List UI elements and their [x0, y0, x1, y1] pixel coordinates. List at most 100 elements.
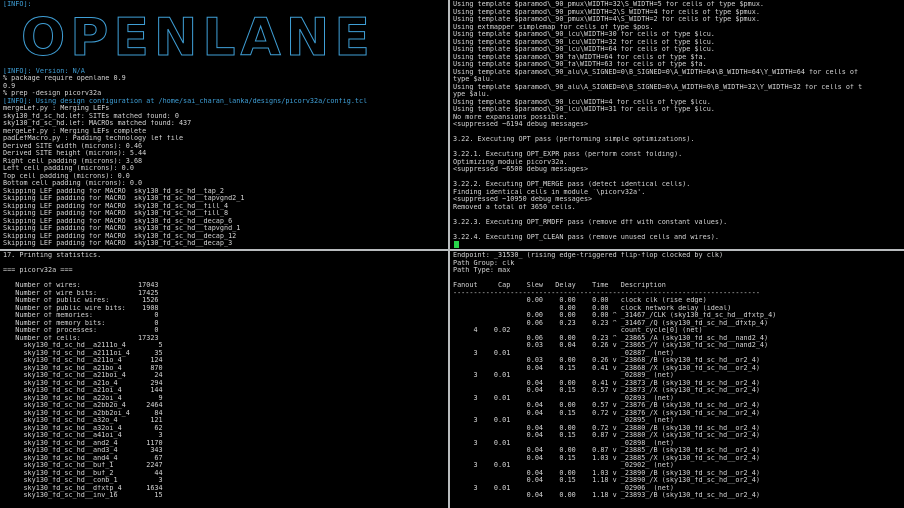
terminal-line: 0.04 0.15 0.72 v _23876_/X (sky130_fd_sc…	[453, 409, 760, 417]
terminal-line: Using template $paramod\_90_pmux\WIDTH=3…	[453, 1, 764, 8]
terminal-line: 0.04 0.00 1.03 v _23890_/B (sky130_fd_sc…	[453, 469, 760, 477]
terminal-line: Using template $paramod\_90_alu\A_SIGNED…	[453, 83, 863, 91]
terminal-line: Right cell padding (microns): 3.68	[3, 157, 143, 165]
terminal-line: % package require openlane 0.9	[3, 75, 126, 82]
terminal-line: padLefMacro.py : Padding technology lef …	[3, 135, 184, 142]
terminal-line: 0.04 0.15 0.41 v _23868_/X (sky130_fd_sc…	[453, 364, 760, 372]
terminal-line: Using template $paramod\_90_lcu\WIDTH=31…	[453, 106, 715, 113]
logo-letter: O	[20, 7, 67, 68]
terminal-line: Using template $paramod\_90_fa\WIDTH=64 …	[453, 53, 707, 61]
terminal-line: 3.22.1. Executing OPT_EXPR pass (perform…	[453, 151, 683, 158]
logo-letter: N	[285, 7, 331, 68]
terminal-line: 0.06 0.00 0.23 ^ _23865_/A (sky130_fd_sc…	[453, 334, 769, 342]
terminal-line: sky130_fd_sc_hd.lef: SITEs matched found…	[3, 112, 179, 120]
terminal-line: Endpoint: _31530_ (rising edge-triggered…	[453, 252, 724, 259]
terminal-line: Skipping LEF padding for MACRO sky130_fd…	[3, 232, 237, 240]
terminal-line: sky130_fd_sc_hd__a2bb2o_4 2464	[3, 402, 163, 409]
terminal-line: Using template $paramod\_90_alu\A_SIGNED…	[453, 68, 859, 76]
terminal-line: Number of public wire bits: 1908	[3, 304, 159, 312]
terminal-line: sky130_fd_sc_hd__and3_4 343	[3, 447, 163, 454]
terminal-line: <suppressed ~6194 debug messages>	[453, 121, 589, 128]
yosys-synthesis-pane[interactable]: Using template $paramod\_90_pmux\WIDTH=3…	[450, 0, 904, 249]
terminal-line: 0.00 0.00 0.00 ^ _31467_/CLK (sky130_fd_…	[453, 312, 777, 319]
statistics-pane[interactable]: 17. Printing statistics. === picorv32a ==…	[0, 251, 448, 508]
terminal-line: 0.03 0.00 0.26 v _23868_/B (sky130_fd_sc…	[453, 357, 760, 364]
terminal-line: mergeLef.py : Merging LEFs	[3, 105, 110, 112]
terminal-line: Number of cells: 17323	[3, 334, 159, 342]
terminal-line: 0.04 0.00 0.57 v _23876_/B (sky130_fd_sc…	[453, 402, 760, 409]
terminal-line: Skipping LEF padding for MACRO sky130_fd…	[3, 217, 233, 225]
terminal-line: sky130_fd_sc_hd__a21o_4 294	[3, 379, 163, 387]
terminal-line: sky130_fd_sc_hd__a2111oi_4 35	[3, 349, 163, 357]
terminal-line: 3.22.3. Executing OPT_RMDFF pass (remove…	[453, 218, 728, 226]
terminal-line: 3 0.01 _02887_ (net)	[453, 349, 674, 357]
terminal-line: 0.04 0.15 0.57 v _23873_/X (sky130_fd_sc…	[453, 387, 760, 394]
terminal-line: Top cell padding (microns): 0.0	[3, 172, 130, 180]
terminal-line: Finding identical cells in module `\pico…	[453, 188, 646, 196]
terminal-line: Number of wires: 17043	[3, 282, 159, 289]
terminal-line: type $alu.	[453, 76, 494, 83]
terminal-line: Optimizing module picorv32a.	[453, 158, 568, 166]
cell-statistics-log: 17. Printing statistics. === picorv32a ==…	[3, 252, 445, 500]
terminal-line: Skipping LEF padding for MACRO sky130_fd…	[3, 225, 241, 232]
terminal-line: Path Group: clk	[453, 259, 515, 267]
terminal-line: [INFO]: Using design configuration at /h…	[3, 97, 368, 105]
openlane-ascii-logo: OPENLANE	[20, 7, 445, 68]
terminal-line: === picorv32a ===	[3, 267, 73, 274]
terminal-line: 0.00 0.00 0.00 clock clk (rise edge)	[453, 297, 707, 304]
terminal-line: Left cell padding (microns): 0.0	[3, 165, 134, 172]
terminal-line: 3 0.01 _02895_ (net)	[453, 417, 674, 424]
terminal-line: Skipping LEF padding for MACRO sky130_fd…	[3, 195, 245, 202]
terminal-line: mergeLef.py : Merging LEFs complete	[3, 127, 147, 135]
terminal-line: 0.04 0.00 0.41 v _23873_/B (sky130_fd_sc…	[453, 379, 760, 387]
timing-report-pane[interactable]: Endpoint: _31530_ (rising edge-triggered…	[450, 251, 904, 508]
terminal-line: sky130_fd_sc_hd__inv_16 15	[3, 492, 163, 499]
terminal-line: No more expansions possible.	[453, 113, 568, 121]
yosys-log: Using template $paramod\_90_pmux\WIDTH=3…	[453, 1, 901, 241]
terminal-line: 3 0.01 _02898_ (net)	[453, 439, 674, 447]
terminal-line: 3 0.01 _02906_ (net)	[453, 484, 674, 492]
terminal-line: Using template $paramod\_90_fa\WIDTH=63 …	[453, 61, 707, 68]
terminal-line: sky130_fd_sc_hd__a21oi_4 144	[3, 387, 163, 394]
terminal-line: 0.04 0.00 0.87 v _23885_/B (sky130_fd_sc…	[453, 447, 760, 454]
terminal-line: sky130_fd_sc_hd__dfxtp_4 1634	[3, 484, 163, 492]
terminal-line: Number of memories: 0	[3, 312, 159, 319]
openlane-terminal-pane[interactable]: [INFO]: OPENLANE [INFO]: Version: N/A% p…	[0, 0, 448, 249]
terminal-line: Skipping LEF padding for MACRO sky130_fd…	[3, 240, 233, 247]
terminal-line: sky130_fd_sc_hd__conb_1 3	[3, 477, 163, 484]
terminal-line: sky130_fd_sc_hd__and2_4 1170	[3, 439, 163, 447]
terminal-line: Using template $paramod\_90_lcu\WIDTH=4 …	[453, 98, 711, 106]
terminal-line: <suppressed ~10950 debug messages>	[453, 196, 593, 203]
openlane-log: [INFO]: Version: N/A% package require op…	[3, 68, 445, 248]
terminal-line: Number of public wires: 1526	[3, 297, 159, 304]
terminal-line: sky130_fd_sc_hd.lef: MACROs matched foun…	[3, 120, 192, 127]
terminal-line: Number of memory bits: 0	[3, 319, 159, 327]
terminal-line: Removed a total of 3650 cells.	[453, 203, 576, 211]
terminal-line: sky130_fd_sc_hd__a22oi_4 9	[3, 394, 163, 402]
terminal-line: Using template $paramod\_90_lcu\WIDTH=32…	[453, 38, 715, 46]
terminal-line: sky130_fd_sc_hd__a41oi_4 3	[3, 432, 163, 439]
terminal-line: Skipping LEF padding for MACRO sky130_fd…	[3, 187, 224, 195]
terminal-line: 0.04 0.00 1.18 v _23893_/B (sky130_fd_sc…	[453, 492, 760, 499]
terminal-line: Using template $paramod\_90_lcu\WIDTH=30…	[453, 31, 715, 38]
terminal-line: 0.03 0.04 0.26 v _23865_/Y (sky130_fd_sc…	[453, 342, 769, 349]
terminal-line: 0.06 0.23 0.23 ^ _31467_/Q (sky130_fd_sc…	[453, 319, 769, 327]
terminal-line: 17. Printing statistics.	[3, 252, 102, 259]
timing-path-log: Endpoint: _31530_ (rising edge-triggered…	[453, 252, 901, 500]
terminal-line: Using template $paramod\_90_pmux\WIDTH=2…	[453, 8, 760, 16]
terminal-multiplexer: [INFO]: OPENLANE [INFO]: Version: N/A% p…	[0, 0, 904, 508]
terminal-line: Fanout Cap Slew Delay Time Description	[453, 282, 666, 289]
terminal-line: sky130_fd_sc_hd__a211o_4 124	[3, 357, 163, 364]
terminal-line: sky130_fd_sc_hd__a21bo_4 870	[3, 364, 163, 372]
terminal-line: 3.22.4. Executing OPT_CLEAN pass (remove…	[453, 233, 719, 241]
terminal-line: 0.9	[3, 82, 16, 90]
terminal-line: Number of wire bits: 17425	[3, 289, 159, 297]
terminal-line: Using template $paramod\_90_pmux\WIDTH=4…	[453, 16, 760, 23]
terminal-line: 3.22. Executing OPT pass (performing sim…	[453, 136, 695, 143]
